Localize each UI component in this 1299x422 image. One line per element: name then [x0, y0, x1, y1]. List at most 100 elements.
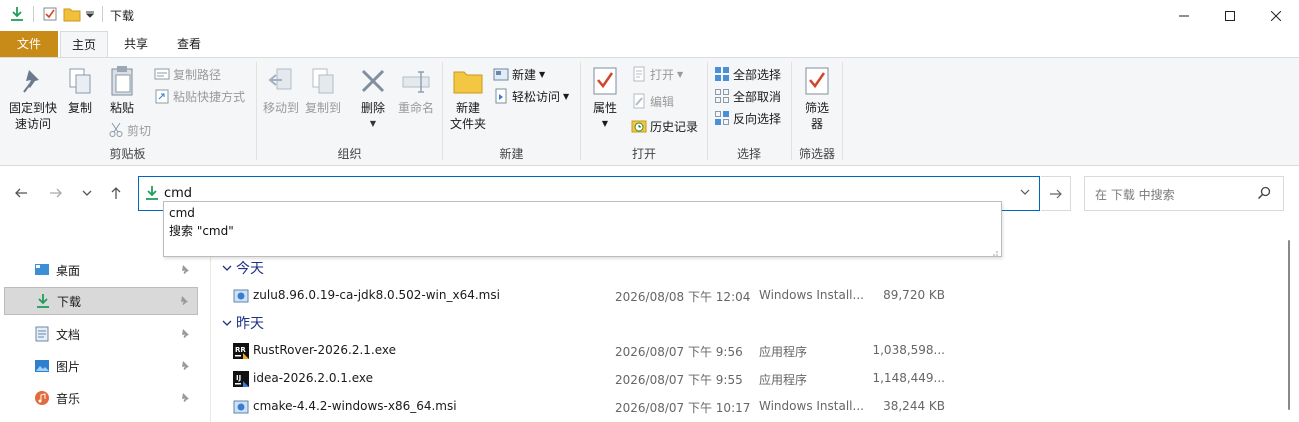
open-dropdown-icon: ▼: [677, 69, 684, 79]
organize-group-label: 组织: [337, 147, 362, 161]
delete-dropdown-icon: ▼: [369, 119, 377, 128]
select-group-label: 选择: [736, 147, 761, 161]
back-button[interactable]: [10, 182, 32, 204]
file-row[interactable]: IJ idea-2026.2.0.1.exe 2026/08/07 下午 9:5…: [230, 367, 1270, 391]
new-item-button[interactable]: 新建 ▼: [493, 64, 545, 84]
paste-shortcut-button[interactable]: 粘贴快捷方式: [154, 86, 245, 106]
tab-share[interactable]: 共享: [112, 31, 160, 58]
download-folder-icon: [8, 5, 26, 23]
copy-button[interactable]: 复制: [62, 64, 98, 116]
move-to-label: 移动到: [262, 101, 299, 115]
suggestion-item[interactable]: cmd: [169, 204, 195, 222]
file-type: 应用程序: [759, 345, 808, 359]
pin-icon[interactable]: [180, 328, 192, 340]
move-to-button[interactable]: 移动到: [261, 64, 301, 116]
open-button[interactable]: 打开 ▼: [631, 64, 683, 84]
chevron-down-icon: [82, 190, 92, 196]
arrow-left-icon: [15, 188, 27, 198]
tab-home[interactable]: 主页: [60, 31, 108, 58]
file-size: 1,148,449...: [872, 371, 945, 385]
rename-button[interactable]: 重命名: [393, 64, 439, 116]
file-date: 2026/08/07 下午 9:56: [615, 345, 743, 359]
resize-grip-icon[interactable]: [991, 246, 999, 256]
pane-splitter[interactable]: [210, 240, 211, 422]
clipboard-group-label: 剪贴板: [109, 147, 146, 161]
copy-to-button[interactable]: 复制到: [303, 64, 343, 116]
new-folder-label: 新建 文件夹: [449, 101, 486, 131]
address-autocomplete-dropdown: cmd 搜索 "cmd": [163, 201, 1002, 257]
properties-qat-icon[interactable]: [41, 5, 59, 23]
scissors-icon: [108, 122, 124, 138]
rename-label: 重命名: [397, 101, 434, 115]
up-button[interactable]: [105, 182, 127, 204]
history-button[interactable]: 历史记录: [631, 116, 698, 136]
file-type: 应用程序: [759, 373, 808, 387]
organize-group: 移动到 复制到 删除 ▼ 重命名 组织: [257, 58, 442, 166]
scrollbar-thumb[interactable]: [1288, 240, 1290, 410]
new-folder-button[interactable]: 新建 文件夹: [447, 64, 489, 132]
pin-icon[interactable]: [180, 360, 192, 372]
search-icon: [1257, 186, 1273, 202]
nav-item-music[interactable]: 音乐: [4, 384, 198, 412]
select-none-button[interactable]: 全部取消: [714, 86, 781, 106]
pin-icon[interactable]: [179, 295, 191, 307]
paste-button[interactable]: 粘贴: [104, 64, 140, 116]
move-to-icon: [264, 64, 298, 98]
select-group: 全部选择 全部取消 反向选择 选择: [708, 58, 790, 166]
address-dropdown-icon[interactable]: [1017, 186, 1033, 202]
file-row[interactable]: cmake-4.4.2-windows-x86_64.msi 2026/08/0…: [230, 395, 1270, 419]
file-row[interactable]: RR RustRover-2026.2.1.exe 2026/08/07 下午 …: [230, 339, 1270, 363]
copy-to-icon: [306, 64, 340, 98]
properties-dropdown-icon: ▼: [601, 119, 609, 128]
copy-path-button[interactable]: 复制路径: [154, 64, 221, 84]
nav-item-documents[interactable]: 文档: [4, 320, 198, 348]
delete-button[interactable]: 删除 ▼: [355, 64, 391, 132]
cut-button[interactable]: 剪切: [108, 120, 151, 140]
close-button[interactable]: [1253, 0, 1299, 31]
group-header-yesterday[interactable]: 昨天: [222, 314, 264, 332]
file-row[interactable]: zulu8.96.0.19-ca-jdk8.0.502-win_x64.msi …: [230, 284, 1270, 308]
maximize-icon: [1225, 10, 1235, 21]
msi-icon: [233, 399, 249, 415]
pin-icon[interactable]: [180, 392, 192, 404]
new-folder-qat-icon[interactable]: [63, 5, 81, 23]
group-header-today[interactable]: 今天: [222, 259, 264, 277]
vertical-scrollbar[interactable]: [1278, 222, 1299, 422]
invert-selection-button[interactable]: 反向选择: [714, 108, 781, 128]
suggestion-item[interactable]: 搜索 "cmd": [169, 222, 234, 240]
nav-item-desktop[interactable]: 桌面: [4, 256, 198, 284]
recent-locations-button[interactable]: [76, 182, 98, 204]
pin-icon[interactable]: [180, 264, 192, 276]
rename-icon: [399, 64, 433, 98]
go-button[interactable]: [1041, 176, 1071, 211]
nav-item-downloads[interactable]: 下载: [4, 287, 198, 315]
nav-item-pictures[interactable]: 图片: [4, 352, 198, 380]
minimize-icon: [1179, 15, 1189, 16]
select-all-label: 全部选择: [733, 67, 782, 82]
pin-quick-access-label: 固定到快 速访问: [8, 101, 57, 131]
copy-path-label: 复制路径: [173, 67, 222, 82]
new-item-icon: [493, 66, 509, 82]
pin-quick-access-button[interactable]: 固定到快 速访问: [6, 64, 60, 132]
window-title: 下载: [110, 9, 135, 23]
qat-customize-icon[interactable]: [85, 5, 95, 23]
svg-text:RR: RR: [235, 346, 246, 354]
filter-button[interactable]: 筛选 器: [798, 64, 836, 132]
forward-button[interactable]: [45, 182, 67, 204]
file-name: RustRover-2026.2.1.exe: [253, 343, 397, 357]
minimize-button[interactable]: [1161, 0, 1207, 31]
arrow-up-icon: [111, 187, 121, 199]
properties-button[interactable]: 属性 ▼: [587, 64, 623, 132]
select-all-button[interactable]: 全部选择: [714, 64, 781, 84]
filter-icon: [800, 64, 834, 98]
document-icon: [34, 326, 50, 342]
easy-access-button[interactable]: 轻松访问 ▼: [493, 86, 569, 106]
tab-file[interactable]: 文件: [0, 31, 58, 58]
edit-button[interactable]: 编辑: [631, 91, 674, 111]
file-list: 今天 zulu8.96.0.19-ca-jdk8.0.502-win_x64.m…: [212, 240, 1278, 422]
tab-view[interactable]: 查看: [165, 31, 213, 58]
open-group-label: 打开: [631, 147, 656, 161]
easy-access-label: 轻松访问: [512, 89, 561, 104]
search-box[interactable]: 在 下载 中搜索: [1084, 176, 1284, 211]
maximize-button[interactable]: [1207, 0, 1253, 31]
